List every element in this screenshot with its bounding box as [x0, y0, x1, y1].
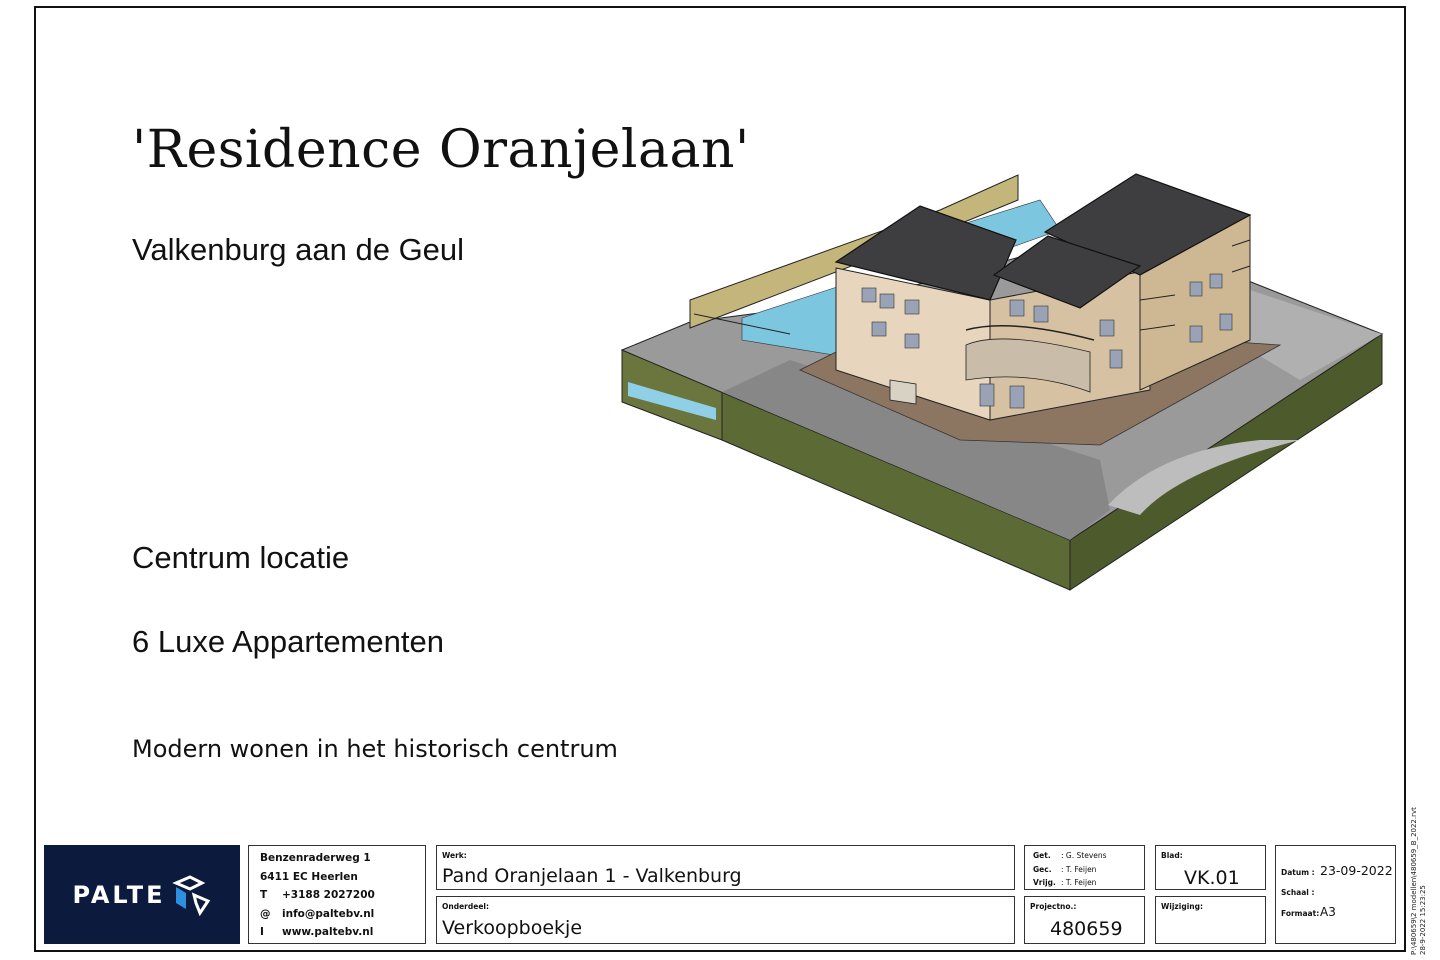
- schaal-label: Schaal :: [1281, 888, 1315, 897]
- onderdeel-label: Onderdeel:: [442, 902, 489, 911]
- onderdeel-box: Onderdeel: Verkoopboekje: [436, 896, 1015, 944]
- address-city: 6411 EC Heerlen: [260, 870, 358, 883]
- datum-value: 23-09-2022: [1320, 863, 1393, 878]
- blad-box: Blad: VK.01: [1155, 845, 1266, 890]
- vrijg-label: Vrijg.: [1033, 878, 1056, 887]
- vrijg-value: T. Feijen: [1065, 878, 1097, 887]
- wijziging-label: Wijziging:: [1161, 902, 1203, 911]
- address-street: Benzenraderweg 1: [260, 852, 371, 864]
- get-value: G. Stevens: [1065, 851, 1107, 860]
- projectno-label: Projectno.:: [1030, 902, 1077, 911]
- subtitle: Valkenburg aan de Geul: [132, 232, 465, 267]
- phone-key: T: [260, 889, 268, 901]
- formaat-value: A3: [1320, 905, 1336, 919]
- building-render: [620, 173, 1384, 591]
- address-email: info@paltebv.nl: [282, 907, 375, 920]
- werk-box: Werk: Pand Oranjelaan 1 - Valkenburg: [436, 845, 1015, 890]
- web-key: I: [260, 926, 264, 938]
- file-timestamp-line: 28-9-2022 15:23:25: [1419, 885, 1427, 955]
- werk-label: Werk:: [442, 851, 467, 860]
- address-web: www.paltebv.nl: [282, 926, 374, 938]
- gec-value: T. Feijen: [1065, 864, 1097, 874]
- projectno-box: Projectno.: 480659: [1024, 896, 1145, 944]
- location-text: Centrum locatie: [132, 540, 350, 575]
- address-phone: +3188 2027200: [282, 889, 375, 901]
- datum-box: Datum : 23-09-2022 Schaal : Formaat: A3: [1275, 845, 1396, 944]
- email-key: @: [260, 907, 271, 920]
- address-block: Benzenraderweg 1 6411 EC Heerlen T +3188 …: [248, 845, 426, 944]
- onderdeel-value: Verkoopboekje: [442, 917, 583, 939]
- logo-text: PALTE: [72, 880, 166, 909]
- gec-label: Gec.: [1033, 864, 1052, 874]
- palte-logo: PALTE: [44, 845, 240, 944]
- datum-label: Datum :: [1281, 868, 1315, 877]
- projectno-value: 480659: [1050, 918, 1123, 940]
- blad-value: VK.01: [1184, 867, 1240, 889]
- get-label: Get.: [1033, 851, 1051, 860]
- blad-label: Blad:: [1161, 851, 1183, 860]
- werk-value: Pand Oranjelaan 1 - Valkenburg: [442, 865, 742, 887]
- people-box: Get.: G. Stevens Gec.: T. Feijen Vrijg.:…: [1024, 845, 1145, 890]
- apartments-text: 6 Luxe Appartementen: [132, 624, 444, 659]
- tagline: Modern wonen in het historisch centrum: [132, 735, 618, 763]
- file-path-text: P:\480659\2 modellen\480659_B_2022.rvt 2…: [1410, 807, 1428, 955]
- formaat-label: Formaat:: [1281, 909, 1320, 918]
- wijziging-box: Wijziging:: [1155, 896, 1266, 944]
- file-path-line: P:\480659\2 modellen\480659_B_2022.rvt: [1410, 807, 1418, 955]
- palte-arrow-logo-icon: [171, 874, 210, 916]
